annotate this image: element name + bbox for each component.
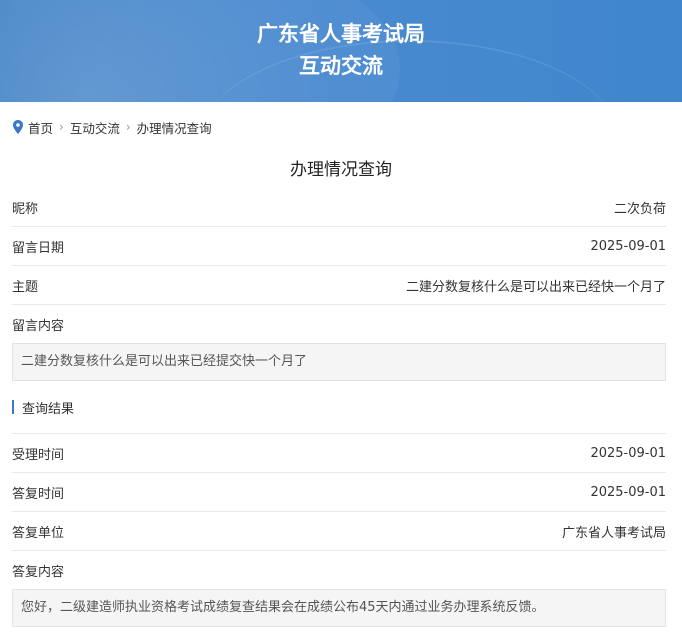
subject-label: 主题 (12, 279, 39, 295)
message-date-value: 2025-09-01 (590, 238, 666, 254)
breadcrumb-separator: › (125, 120, 131, 134)
reply-time-value: 2025-09-01 (590, 484, 666, 500)
result-section-header: 查询结果 (12, 381, 666, 434)
reply-unit-row: 答复单位 广东省人事考试局 (12, 512, 666, 551)
location-pin-icon (13, 120, 23, 134)
breadcrumb-separator: › (59, 120, 64, 134)
subject-value: 二建分数复核什么是可以出来已经快一个月了 (405, 279, 666, 295)
section-accent-bar (12, 400, 14, 414)
reply-content-row: 答复内容 (12, 551, 666, 589)
breadcrumb-home-link[interactable]: 首页 (28, 118, 53, 137)
breadcrumb-current: 办理情况查询 (136, 120, 212, 136)
breadcrumb: 首页 › 互动交流 › 办理情况查询 (0, 102, 682, 152)
reply-time-label: 答复时间 (12, 486, 65, 502)
banner-title-line2: 互动交流 (299, 54, 383, 78)
reply-content-box: 您好，二级建造师执业资格考试成绩复查结果会在成绩公布45天内通过业务办理系统反馈… (12, 589, 666, 627)
result-section-title: 查询结果 (22, 401, 75, 417)
detail-list: 昵称 二次负荷 留言日期 2025-09-01 主题 二建分数复核什么是可以出来… (0, 188, 682, 627)
reply-unit-value: 广东省人事考试局 (561, 525, 666, 541)
nickname-value: 二次负荷 (613, 201, 666, 217)
subject-row: 主题 二建分数复核什么是可以出来已经快一个月了 (12, 266, 666, 305)
nickname-label: 昵称 (12, 201, 39, 217)
accept-time-row: 受理时间 2025-09-01 (12, 434, 666, 473)
page-title: 办理情况查询 (290, 160, 392, 180)
nickname-row: 昵称 二次负荷 (12, 188, 666, 227)
banner-title-line1: 广东省人事考试局 (257, 22, 425, 46)
reply-time-row: 答复时间 2025-09-01 (12, 473, 666, 512)
reply-unit-label: 答复单位 (12, 525, 65, 541)
banner-title: 广东省人事考试局 互动交流 (0, 18, 682, 82)
header-banner: 广东省人事考试局 互动交流 (0, 0, 682, 102)
message-content-label: 留言内容 (12, 318, 65, 334)
accept-time-value: 2025-09-01 (590, 445, 666, 461)
message-content-row: 留言内容 (12, 305, 666, 343)
message-date-row: 留言日期 2025-09-01 (12, 227, 666, 266)
reply-content-label: 答复内容 (12, 564, 65, 580)
message-date-label: 留言日期 (12, 240, 65, 256)
breadcrumb-section-link[interactable]: 互动交流 (70, 118, 120, 137)
accept-time-label: 受理时间 (12, 447, 65, 463)
message-content-box: 二建分数复核什么是可以出来已经提交快一个月了 (12, 343, 666, 381)
